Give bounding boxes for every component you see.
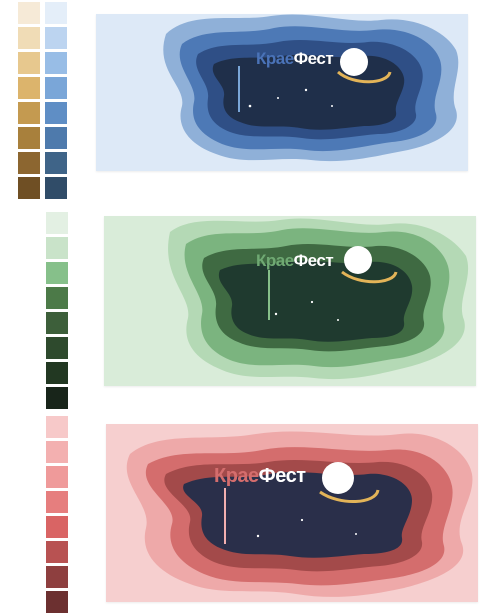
swatch — [46, 362, 68, 384]
swatch — [46, 541, 68, 563]
swatch — [46, 591, 68, 613]
star — [337, 319, 339, 321]
palette-blue-warm — [18, 2, 40, 202]
swatch — [46, 491, 68, 513]
poster-green: КраеФест — [104, 216, 476, 386]
star — [310, 300, 314, 304]
swatch — [45, 177, 67, 199]
swatch — [18, 52, 40, 74]
night-sky — [218, 260, 413, 342]
swatch — [18, 27, 40, 49]
star — [304, 88, 308, 92]
swatch — [45, 52, 67, 74]
swatch — [18, 177, 40, 199]
swatch — [46, 337, 68, 359]
flag-pole — [268, 270, 270, 320]
swatch — [46, 212, 68, 234]
poster-blue: КраеФест — [96, 14, 468, 171]
flag-pole — [224, 488, 226, 544]
swatch — [46, 466, 68, 488]
brand-logo: КраеФест — [256, 49, 333, 68]
swatch — [45, 77, 67, 99]
poster-illustration: КраеФест — [104, 216, 476, 386]
brand-part-a: Крае — [256, 49, 294, 68]
poster-illustration: КраеФест — [96, 14, 468, 171]
swatch — [46, 237, 68, 259]
swatch — [46, 566, 68, 588]
swatch — [46, 416, 68, 438]
poster-red: КраеФест — [106, 424, 478, 602]
swatch — [45, 27, 67, 49]
palette-green — [46, 212, 68, 412]
palette-red — [46, 416, 68, 616]
brand-part-a: Крае — [214, 465, 259, 487]
moon — [322, 462, 354, 494]
swatch — [45, 152, 67, 174]
star — [355, 533, 357, 535]
flag-pole — [238, 66, 240, 112]
brand-logo: КраеФест — [214, 465, 306, 487]
brand-logo: КраеФест — [256, 251, 333, 270]
swatch — [18, 152, 40, 174]
brand-part-b: Фест — [294, 49, 334, 68]
swatch — [46, 262, 68, 284]
swatch — [45, 127, 67, 149]
brand-part-a: Крае — [256, 251, 294, 270]
swatch — [18, 127, 40, 149]
swatch — [46, 441, 68, 463]
palette-blue-cool — [45, 2, 67, 202]
swatch — [18, 102, 40, 124]
brand-part-b: Фест — [259, 465, 307, 487]
star — [331, 105, 333, 107]
moon — [340, 48, 368, 76]
swatch — [46, 312, 68, 334]
star — [300, 518, 304, 522]
swatch — [46, 287, 68, 309]
swatch — [45, 2, 67, 24]
star — [277, 97, 279, 99]
swatch — [18, 2, 40, 24]
swatch — [46, 387, 68, 409]
swatch — [18, 77, 40, 99]
moon — [344, 246, 372, 274]
star — [274, 312, 278, 316]
swatch — [46, 516, 68, 538]
star — [248, 104, 252, 108]
star — [256, 534, 260, 538]
brand-part-b: Фест — [294, 251, 334, 270]
poster-illustration: КраеФест — [106, 424, 478, 602]
swatch — [45, 102, 67, 124]
